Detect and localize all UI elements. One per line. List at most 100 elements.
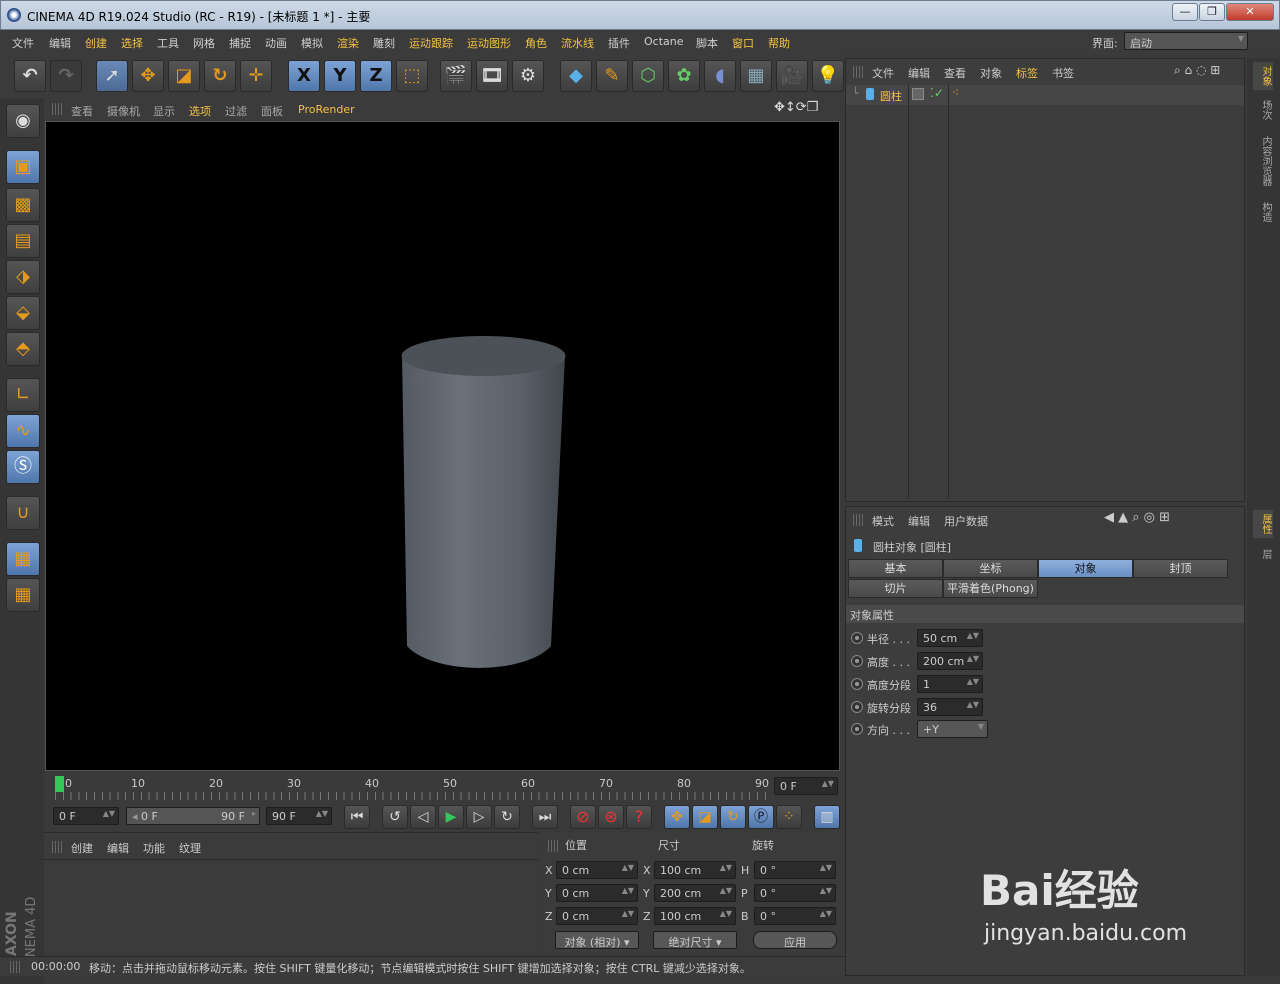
range-slider[interactable]: ◂ 0 F 90 F ▸ [126,807,260,825]
undo-icon[interactable]: ↶ [14,60,46,92]
render-picture-viewer-icon[interactable]: 🎞 [476,60,508,92]
viewport-menu-view[interactable]: 查看 [71,103,93,119]
render-view-icon[interactable]: 🎬 [440,60,472,92]
workplane-mode-icon[interactable]: ▤ [6,224,40,258]
menu-window[interactable]: 窗口 [732,35,754,51]
attr-menu-userdata[interactable]: 用户数据 [944,513,988,529]
key-parameter-icon[interactable]: Ⓟ [748,805,774,829]
menu-select[interactable]: 选择 [121,35,143,51]
pos-z-field[interactable]: 0 cm ▲▼ [556,907,638,925]
cloner-icon[interactable]: ✿ [668,60,700,92]
viewport-menu-filter[interactable]: 过滤 [225,103,247,119]
rot-b-field[interactable]: 0 ° ▲▼ [754,907,836,925]
redo-icon[interactable]: ↷ [50,60,82,92]
vtab-layers[interactable]: 层 [1253,544,1273,564]
radius-field[interactable]: 50 cm ▲▼ [917,629,983,647]
objmgr-search-home-icons[interactable]: ⌕ ⌂ ◌ ⊞ [1174,63,1220,78]
attr-nav-icons[interactable]: ◀ ▲ ⌕ ◎ ⊞ [1104,510,1170,525]
record-keyframe-icon[interactable]: ⊘ [570,805,596,829]
tab-phong[interactable]: 平滑着色(Phong) [943,579,1038,598]
layer-icon[interactable] [912,88,924,100]
object-row[interactable]: └ 圆柱 ⁚✓ ⁖ [846,85,1244,105]
menu-motion-tracking[interactable]: 运动跟踪 [409,35,453,51]
material-menu-create[interactable]: 创建 [71,840,93,856]
scale-icon[interactable]: ◪ [168,60,200,92]
minimize-button[interactable]: — [1172,3,1198,21]
attr-menu-edit[interactable]: 编辑 [908,513,930,529]
y-axis-button[interactable]: Y [324,60,356,92]
rotate-icon[interactable]: ↻ [204,60,236,92]
tab-basic[interactable]: 基本 [848,559,943,578]
viewport-menu-options[interactable]: 选项 [189,103,211,119]
pen-icon[interactable]: ✎ [596,60,628,92]
material-menu-texture[interactable]: 纹理 [179,840,201,856]
menu-mograph[interactable]: 运动图形 [467,35,511,51]
live-selection-icon[interactable]: ➚ [96,60,128,92]
cube-icon[interactable]: ◆ [560,60,592,92]
maximize-button[interactable]: ❐ [1199,3,1225,21]
key-rotation-icon[interactable]: ↻ [720,805,746,829]
viewport-menu-camera[interactable]: 摄像机 [107,103,140,119]
z-axis-button[interactable]: Z [360,60,392,92]
menu-octane[interactable]: Octane [644,35,684,48]
size-y-field[interactable]: 200 cm ▲▼ [654,884,736,902]
menu-sculpt[interactable]: 雕刻 [373,35,395,51]
layout-select[interactable]: 启动 ▼ [1124,32,1248,50]
vtab-structure[interactable]: 构造 [1253,198,1273,226]
rot-p-field[interactable]: 0 ° ▲▼ [754,884,836,902]
vtab-content-browser[interactable]: 内容浏览器 [1253,130,1273,192]
tab-object[interactable]: 对象 [1038,559,1133,578]
polygons-mode-icon[interactable]: ⬘ [6,332,40,366]
height-anim-icon[interactable] [851,655,863,667]
menu-create[interactable]: 创建 [85,35,107,51]
phong-tag-icon[interactable]: ⁖ [952,86,959,100]
deformer-icon[interactable]: ◖ [704,60,736,92]
model-mode-icon[interactable]: ▣ [6,150,40,184]
next-key-icon[interactable]: ↻ [494,805,520,829]
orientation-anim-icon[interactable] [851,723,863,735]
size-z-field[interactable]: 100 cm ▲▼ [654,907,736,925]
solo-icon[interactable]: Ⓢ [6,450,40,484]
menu-tools[interactable]: 工具 [157,35,179,51]
render-settings-icon[interactable]: ⚙ [512,60,544,92]
subdivision-icon[interactable]: ⬡ [632,60,664,92]
start-frame-field[interactable]: 0 F ▲▼ [53,807,119,825]
menu-edit[interactable]: 编辑 [49,35,71,51]
key-pla-icon[interactable]: ⁘ [776,805,802,829]
move-icon[interactable]: ✥ [132,60,164,92]
pos-x-field[interactable]: 0 cm ▲▼ [556,861,638,879]
orientation-select[interactable]: +Y ▼ [917,720,988,738]
objmgr-menu-objects[interactable]: 对象 [980,65,1002,81]
menu-file[interactable]: 文件 [12,35,34,51]
coordinate-system-icon[interactable]: ⬚ [396,60,428,92]
menu-mesh[interactable]: 网格 [193,35,215,51]
key-scale-icon[interactable]: ◪ [692,805,718,829]
light-icon[interactable]: 💡 [812,60,844,92]
go-to-start-icon[interactable]: ⏮ [344,805,370,829]
menu-character[interactable]: 角色 [525,35,547,51]
play-icon[interactable]: ▶ [438,805,464,829]
vtab-takes[interactable]: 场次 [1253,96,1273,124]
menu-animate[interactable]: 动画 [265,35,287,51]
vtab-attributes[interactable]: 属性 [1253,510,1273,538]
edges-mode-icon[interactable]: ⬙ [6,296,40,330]
menu-plugins[interactable]: 插件 [608,35,630,51]
coord-mode-select[interactable]: 对象 (相对) ▾ [555,931,639,949]
playhead[interactable] [55,776,64,792]
floor-icon[interactable]: ▦ [740,60,772,92]
menu-simulate[interactable]: 模拟 [301,35,323,51]
rot-h-field[interactable]: 0 ° ▲▼ [754,861,836,879]
end-frame-field[interactable]: 90 F ▲▼ [266,807,332,825]
tab-caps[interactable]: 封顶 [1133,559,1228,578]
menu-snap[interactable]: 捕捉 [229,35,251,51]
tab-coord[interactable]: 坐标 [943,559,1038,578]
objmgr-menu-bookmarks[interactable]: 书签 [1052,65,1074,81]
go-to-end-icon[interactable]: ⏭ [532,805,558,829]
objmgr-menu-tags[interactable]: 标签 [1016,65,1038,81]
key-position-icon[interactable]: ✥ [664,805,690,829]
tweak-mode-icon[interactable]: ∿ [6,414,40,448]
close-button[interactable]: ✕ [1226,3,1274,21]
height-segments-anim-icon[interactable] [851,678,863,690]
attr-menu-mode[interactable]: 模式 [872,513,894,529]
axis-mode-icon[interactable]: ∟ [6,378,40,412]
